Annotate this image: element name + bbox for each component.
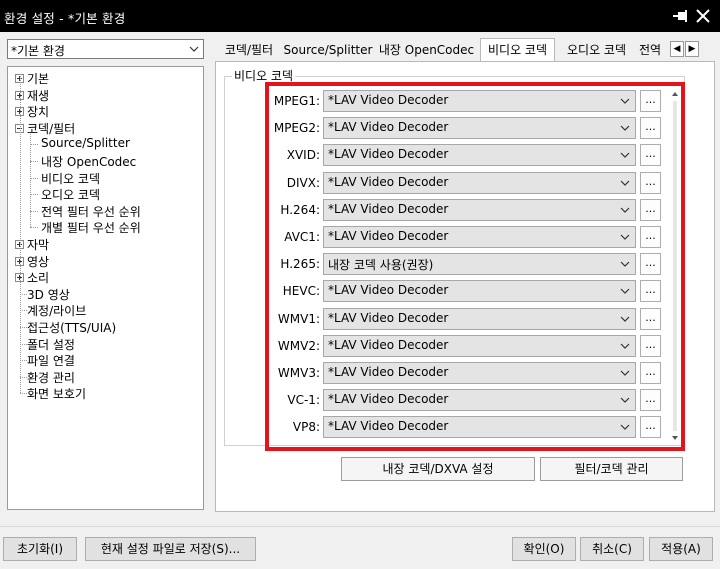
tree-item[interactable]: 개별 필터 우선 순위 (41, 219, 141, 236)
tree-item[interactable]: 소리 (27, 269, 49, 286)
tree-connector (20, 376, 27, 378)
tree-item[interactable]: 환경 관리 (27, 369, 75, 386)
tab-scroll-right-icon[interactable]: ▶ (685, 41, 699, 57)
tree-item[interactable]: 기본 (27, 70, 49, 87)
save-current-button[interactable]: 현재 설정 파일로 저장(S)... (85, 537, 256, 561)
tab-item[interactable]: 비디오 코덱 (480, 38, 555, 61)
tree-item[interactable]: 비디오 코덱 (41, 170, 100, 187)
highlight-box (265, 82, 685, 451)
tree-connector (30, 227, 38, 229)
tree-connector (30, 133, 31, 228)
chevron-down-icon (189, 46, 199, 52)
reset-button[interactable]: 초기화(I) (3, 537, 77, 561)
tree-connector (30, 161, 38, 162)
apply-button[interactable]: 적용(A) (649, 537, 713, 561)
tree-item[interactable]: 접근성(TTS/UIA) (27, 319, 116, 336)
tree-connector (20, 360, 27, 362)
tree-item[interactable]: 파일 연결 (27, 352, 75, 369)
settings-tree: 기본 재생 장치 코덱/필터 Source/Splitter 내장 OpenCodec 비디… (7, 66, 204, 510)
tree-item[interactable]: 자막 (27, 236, 49, 253)
tab-item[interactable]: Source/Splitter (283, 40, 373, 60)
tree-connector (30, 210, 38, 212)
tree-item[interactable]: 계정/라이브 (27, 302, 86, 319)
tree-item[interactable]: 영상 (27, 253, 49, 270)
preset-select[interactable]: *기본 환경 (7, 39, 204, 59)
dxva-settings-button[interactable]: 내장 코덱/DXVA 설정 (341, 457, 535, 481)
tab-item[interactable]: 코덱/필터 (215, 40, 283, 60)
tree-connector (20, 293, 27, 295)
tree-item[interactable]: 전역 필터 우선 순위 (41, 203, 141, 220)
tab-scroll-left-icon[interactable]: ◀ (670, 41, 684, 57)
tree-connector (30, 177, 38, 179)
filter-manage-button[interactable]: 필터/코덱 관리 (540, 457, 683, 481)
tab-strip: 코덱/필터 Source/Splitter 내장 OpenCodec 비디오 코덱 오디… (215, 38, 715, 62)
preset-value: *기본 환경 (11, 44, 65, 58)
tab-item[interactable]: 내장 OpenCodec (373, 40, 480, 60)
pin-icon[interactable] (670, 6, 690, 26)
tree-item[interactable]: 3D 영상 (27, 286, 70, 303)
tree-connector (30, 194, 38, 196)
tree-item[interactable]: 내장 OpenCodec (41, 153, 136, 170)
tree-connector (20, 393, 27, 395)
cancel-button[interactable]: 취소(C) (580, 537, 644, 561)
tree-item[interactable]: 화면 보호기 (27, 385, 86, 402)
title-bar: 환경 설정 - *기본 환경 (0, 0, 720, 32)
tree-item[interactable]: 코덱/필터 (27, 120, 75, 137)
tree-item[interactable]: 오디오 코덱 (41, 186, 100, 203)
close-icon[interactable] (693, 6, 713, 26)
tree-item[interactable]: 폴더 설정 (27, 336, 75, 353)
tree-connector (20, 310, 27, 312)
tab-item[interactable]: 전역 (635, 40, 665, 60)
window-title: 환경 설정 - *기본 환경 (4, 11, 126, 26)
tree-item[interactable]: 장치 (27, 103, 49, 120)
tree-item[interactable]: Source/Splitter (41, 136, 130, 150)
tree-connector (20, 74, 21, 394)
tree-item[interactable]: 재생 (27, 87, 49, 104)
tree-connector (30, 144, 38, 146)
tab-item[interactable]: 오디오 코덱 (558, 40, 635, 60)
tree-connector (20, 343, 27, 345)
tree-connector (20, 327, 27, 328)
ok-button[interactable]: 확인(O) (512, 537, 576, 561)
footer-divider (0, 526, 720, 527)
